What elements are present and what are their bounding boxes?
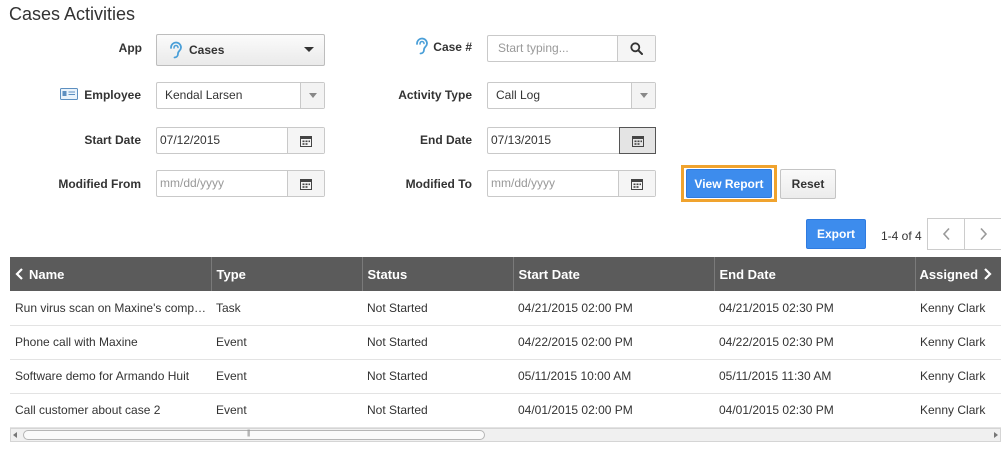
cell-end-date: 04/22/2015 02:30 PM [714,325,915,360]
employee-select[interactable]: Kendal Larsen [156,82,325,109]
end-date-value: 07/13/2015 [491,133,552,147]
end-date-input[interactable]: 07/13/2015 [487,127,656,154]
cell-status: Not Started [362,359,513,394]
cell-end-date: 05/11/2015 11:30 AM [714,359,915,394]
modified-from-label: Modified From [58,177,141,191]
reset-button[interactable]: Reset [780,169,836,199]
modified-from-input[interactable]: mm/dd/yyyy [156,170,325,197]
id-card-icon [60,88,79,101]
search-button[interactable] [617,36,655,61]
ear-icon [170,41,182,59]
modified-from-placeholder: mm/dd/yyyy [160,176,225,190]
activity-type-select[interactable]: Call Log [487,82,656,109]
cell-status: Not Started [362,325,513,360]
case-number-input[interactable]: Start typing... [487,35,656,62]
table-row[interactable]: Phone call with Maxine Event Not Started 04… [10,325,1001,360]
app-select[interactable]: Cases [156,34,325,66]
calendar-icon [631,178,643,190]
column-header-assigned[interactable]: Assigned [915,257,1001,291]
scrollbar-thumb[interactable] [23,430,485,440]
chevron-right-icon[interactable] [983,267,992,280]
chevron-left-icon[interactable] [15,267,24,280]
app-label: App [118,41,142,55]
cell-name[interactable]: Call customer about case 2 [10,393,211,428]
modified-to-input[interactable]: mm/dd/yyyy [487,170,656,197]
start-date-calendar-button[interactable] [287,128,324,153]
caret-down-icon [639,93,648,98]
table-row[interactable]: Run virus scan on Maxine's computer Task N… [10,291,1001,326]
start-date-label: Start Date [84,133,141,147]
scrollbar-grip-icon: ||| [247,430,251,437]
column-header-start-date[interactable]: Start Date [513,257,715,291]
column-header-type[interactable]: Type [211,257,363,291]
start-date-input[interactable]: 07/12/2015 [156,127,325,154]
cell-start-date: 05/11/2015 10:00 AM [513,359,714,394]
cell-end-date: 04/21/2015 02:30 PM [714,291,915,326]
calendar-icon [300,135,312,147]
chevron-left-icon [942,227,950,241]
start-date-value: 07/12/2015 [160,133,221,147]
cell-status: Not Started [362,393,513,428]
calendar-icon [300,178,312,190]
modified-to-placeholder: mm/dd/yyyy [491,176,556,190]
scroll-right-arrow-icon[interactable] [994,432,998,438]
case-number-placeholder: Start typing... [498,41,569,55]
employee-select-value: Kendal Larsen [165,88,243,102]
cell-assigned: Kenny Clark [915,325,1001,360]
activity-type-label: Activity Type [398,88,472,102]
cell-status: Not Started [362,291,513,326]
pager-next-button[interactable] [964,218,1001,250]
cell-end-date: 04/01/2015 02:30 PM [714,393,915,428]
end-date-calendar-button[interactable] [619,127,656,154]
end-date-label: End Date [419,133,472,147]
cell-start-date: 04/01/2015 02:00 PM [513,393,714,428]
pagination-count: 1-4 of 4 [881,229,922,243]
modified-to-calendar-button[interactable] [618,171,655,196]
export-button[interactable]: Export [806,219,866,249]
cell-start-date: 04/22/2015 02:00 PM [513,325,714,360]
cell-assigned: Kenny Clark [915,359,1001,394]
pager-prev-button[interactable] [927,218,965,250]
employee-dropdown-toggle[interactable] [300,83,324,108]
modified-to-label: Modified To [405,177,472,191]
cell-start-date: 04/21/2015 02:00 PM [513,291,714,326]
caret-down-icon [304,47,314,52]
app-select-value: Cases [189,43,225,57]
table-header-row: Name Type Status Start Date End Date Ass… [10,257,1001,291]
cell-name[interactable]: Run virus scan on Maxine's computer [10,291,211,326]
view-report-button[interactable]: View Report [686,169,772,198]
search-icon [630,42,643,55]
caret-down-icon [308,93,317,98]
cell-type: Event [211,359,362,394]
horizontal-scrollbar[interactable]: ||| [10,428,1001,442]
column-header-name[interactable]: Name [10,257,212,291]
activities-table: Name Type Status Start Date End Date Ass… [10,257,1001,428]
cell-type: Event [211,325,362,360]
case-number-label: Case # [400,37,472,55]
cell-assigned: Kenny Clark [915,393,1001,428]
column-header-end-date[interactable]: End Date [714,257,916,291]
calendar-icon [631,135,644,147]
cell-type: Task [211,291,362,326]
table-row[interactable]: Call customer about case 2 Event Not Start… [10,393,1001,428]
modified-from-calendar-button[interactable] [287,171,324,196]
cell-assigned: Kenny Clark [915,291,1001,326]
activity-type-select-value: Call Log [496,88,541,102]
chevron-right-icon [979,227,987,241]
scroll-left-arrow-icon[interactable] [13,432,17,438]
ear-icon [416,37,429,55]
table-row[interactable]: Software demo for Armando Huit Event Not S… [10,359,1001,394]
employee-label: Employee [40,88,141,102]
cell-name[interactable]: Software demo for Armando Huit [10,359,211,394]
cell-name[interactable]: Phone call with Maxine [10,325,211,360]
activity-type-dropdown-toggle[interactable] [631,83,655,108]
cell-type: Event [211,393,362,428]
page-title: Cases Activities [9,4,136,24]
column-header-status[interactable]: Status [362,257,514,291]
